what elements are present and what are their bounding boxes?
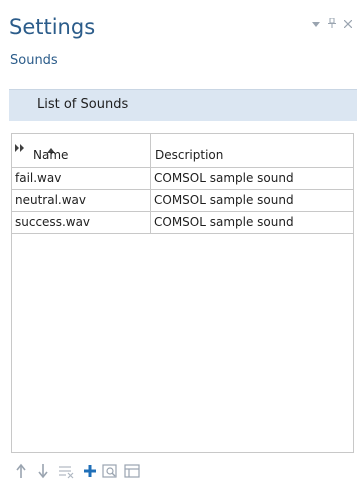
table-header: Name Description <box>12 134 353 168</box>
add-icon[interactable] <box>82 462 98 480</box>
table-toolbar <box>13 462 213 480</box>
page-title: Settings <box>9 15 96 39</box>
move-up-icon[interactable] <box>13 462 29 480</box>
section-title: List of Sounds <box>37 97 129 112</box>
close-icon[interactable] <box>343 19 353 31</box>
pin-icon[interactable] <box>327 17 337 31</box>
load-from-file-icon[interactable] <box>124 462 140 480</box>
cell-name[interactable]: fail.wav <box>12 168 151 190</box>
cell-description[interactable]: COMSOL sample sound <box>151 190 353 212</box>
table-row[interactable]: success.wav COMSOL sample sound <box>12 212 353 234</box>
cell-name[interactable]: success.wav <box>12 212 151 234</box>
table-row[interactable]: fail.wav COMSOL sample sound <box>12 168 353 190</box>
column-header-description[interactable]: Description <box>155 147 223 163</box>
window-controls <box>311 17 353 31</box>
move-down-icon[interactable] <box>35 462 51 480</box>
cell-description[interactable]: COMSOL sample sound <box>151 168 353 190</box>
column-divider[interactable] <box>150 134 151 167</box>
table-body: fail.wav COMSOL sample sound neutral.wav… <box>12 168 353 234</box>
cell-name[interactable]: neutral.wav <box>12 190 151 212</box>
pin-dropdown-icon[interactable] <box>311 19 321 31</box>
sort-ascending-icon <box>47 138 55 153</box>
cell-description[interactable]: COMSOL sample sound <box>151 212 353 234</box>
column-header-name[interactable]: Name <box>33 147 68 163</box>
table-row[interactable]: neutral.wav COMSOL sample sound <box>12 190 353 212</box>
browse-icon[interactable] <box>102 462 118 480</box>
settings-panel: Settings Sounds List of Sounds Name Desc… <box>0 0 357 488</box>
page-subtitle: Sounds <box>10 53 58 68</box>
delete-icon[interactable] <box>58 462 74 480</box>
sounds-table: Name Description fail.wav COMSOL sample … <box>11 133 354 453</box>
expand-columns-icon[interactable] <box>15 137 25 152</box>
section-header[interactable]: List of Sounds <box>9 89 357 121</box>
